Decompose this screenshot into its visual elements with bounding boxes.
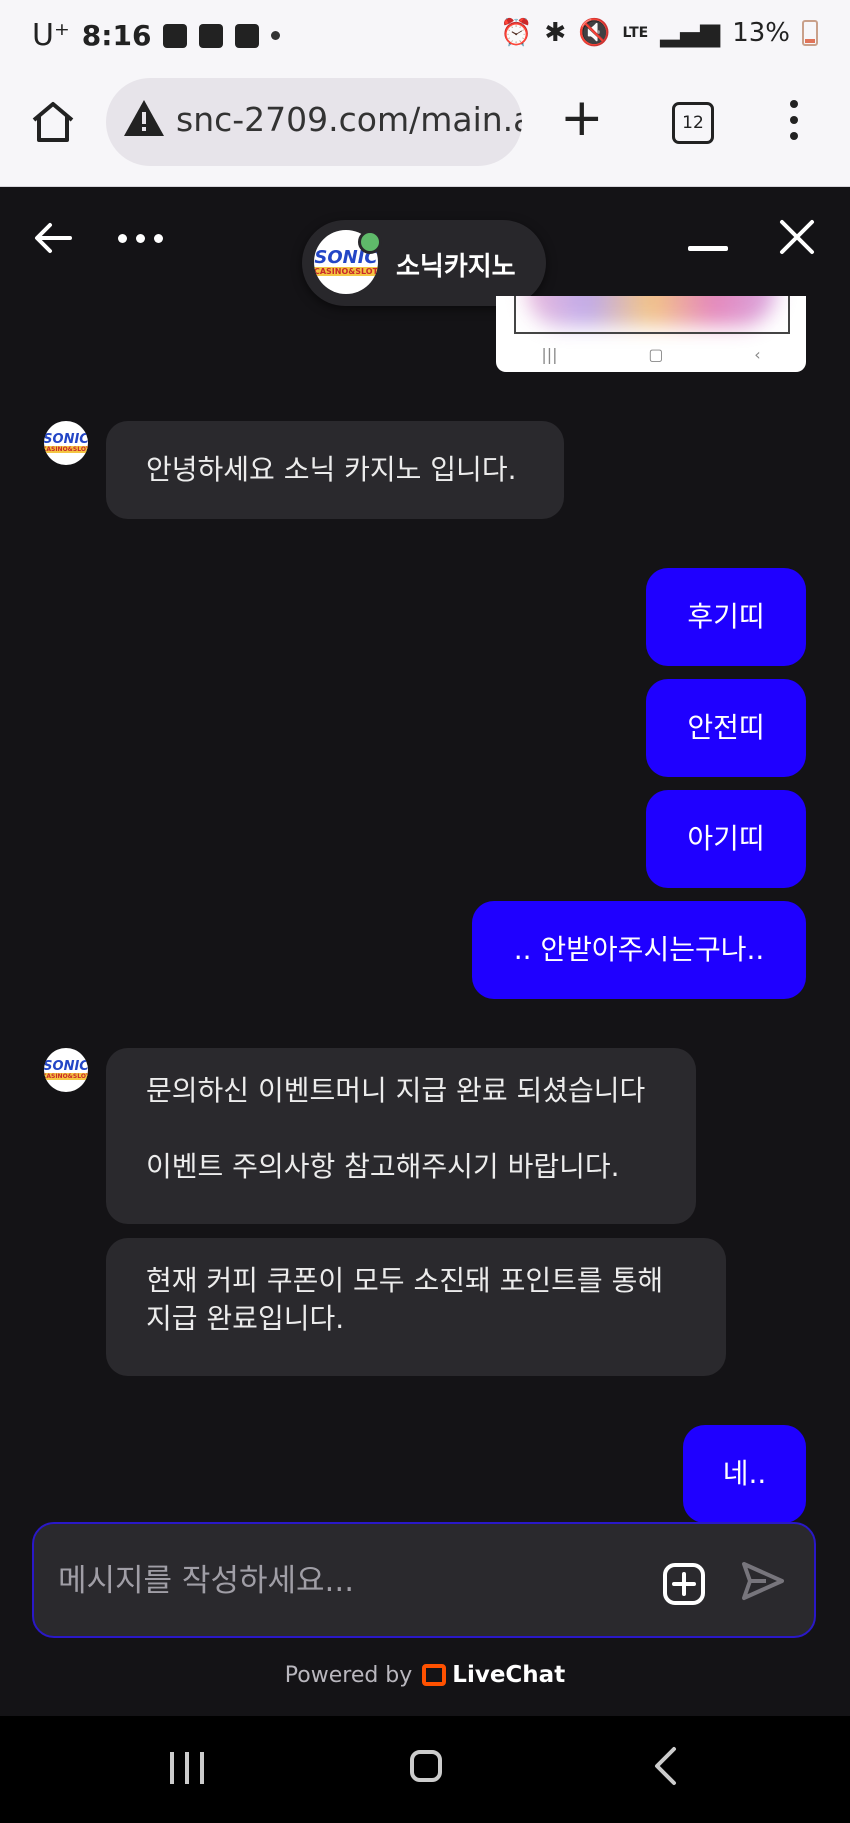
system-home-icon[interactable]: [410, 1750, 442, 1782]
user-message: 네..: [683, 1425, 806, 1523]
user-message: 안전띠: [646, 679, 806, 777]
mute-icon: 🔇: [578, 18, 611, 48]
attached-screenshot-preview[interactable]: ||| ▢ ‹: [496, 296, 806, 372]
browser-toolbar: snc-2709.com/main.as + 12: [0, 72, 850, 187]
livechat-logo-icon: [422, 1664, 447, 1686]
chat-menu-icon[interactable]: [118, 234, 163, 243]
agent-message: 안녕하세요 소닉 카지노 입니다.: [106, 421, 564, 519]
message-input[interactable]: [56, 1554, 660, 1608]
user-message: 후기띠: [646, 568, 806, 666]
agent-header[interactable]: SONIC CASINO&SLOT 소닉카지노: [302, 220, 546, 306]
user-message: 아기띠: [646, 790, 806, 888]
back-arrow-icon[interactable]: [34, 222, 72, 258]
recent-apps-icon[interactable]: [170, 1752, 204, 1784]
signal-icon: ▂▄▆: [660, 18, 721, 48]
system-navigation-bar: [0, 1716, 850, 1823]
agent-message: 문의하신 이벤트머니 지급 완료 되셨습니다 이벤트 주의사항 참고해주시기 바…: [106, 1048, 696, 1224]
battery-percent: 13%: [732, 18, 790, 48]
notification-b-icon: [235, 23, 260, 48]
agent-name: 소닉카지노: [396, 252, 516, 282]
message-composer: [32, 1522, 816, 1638]
alarm-icon: ⏰: [499, 18, 533, 48]
bluetooth-icon: ✱: [544, 18, 567, 48]
new-tab-button[interactable]: +: [560, 92, 604, 144]
online-status-dot: [358, 230, 382, 254]
tab-switcher-button[interactable]: 12: [672, 102, 714, 144]
close-icon[interactable]: [778, 218, 816, 260]
agent-avatar: SONIC CASINO&SLOT: [44, 421, 88, 465]
agent-avatar: SONIC CASINO&SLOT: [44, 1048, 88, 1092]
network-type: LTE: [622, 25, 649, 41]
system-back-icon[interactable]: [652, 1746, 678, 1790]
powered-by-footer: Powered by LiveChat: [0, 1662, 850, 1688]
attach-plus-icon[interactable]: [662, 1562, 706, 1610]
battery-icon: [802, 20, 818, 46]
message-line: 현재 커피 쿠폰이 모두 소진돼 포인트를 통해: [146, 1264, 664, 1297]
minimize-icon[interactable]: [688, 246, 728, 251]
not-secure-warning-icon[interactable]: [122, 98, 166, 142]
carrier-label: U⁺: [32, 18, 70, 53]
message-line: 문의하신 이벤트머니 지급 완료 되셨습니다: [146, 1074, 646, 1107]
browser-menu-icon[interactable]: [790, 100, 798, 148]
user-message: .. 안받아주시는구나..: [472, 901, 806, 999]
clock: 8:16: [81, 19, 152, 52]
livechat-brand-label: LiveChat: [452, 1662, 566, 1688]
powered-by-label: Powered by: [284, 1662, 413, 1688]
home-icon[interactable]: [30, 100, 76, 148]
notification-b-icon: [163, 23, 188, 48]
more-notifications-icon: [271, 31, 281, 40]
send-icon[interactable]: [740, 1560, 786, 1606]
url-text: snc-2709.com/main.as: [176, 100, 522, 139]
agent-message: 현재 커피 쿠폰이 모두 소진돼 포인트를 통해 지급 완료입니다.: [106, 1238, 726, 1376]
livechat-brand[interactable]: LiveChat: [422, 1662, 565, 1688]
message-line: 지급 완료입니다.: [146, 1302, 345, 1335]
address-bar[interactable]: snc-2709.com/main.as: [106, 78, 522, 166]
gallery-icon: [199, 23, 224, 48]
status-bar: U⁺ 8:16 ⏰ ✱ 🔇 LTE ▂▄▆ 13%: [0, 0, 850, 72]
message-line: 이벤트 주의사항 참고해주시기 바랍니다.: [146, 1150, 620, 1183]
